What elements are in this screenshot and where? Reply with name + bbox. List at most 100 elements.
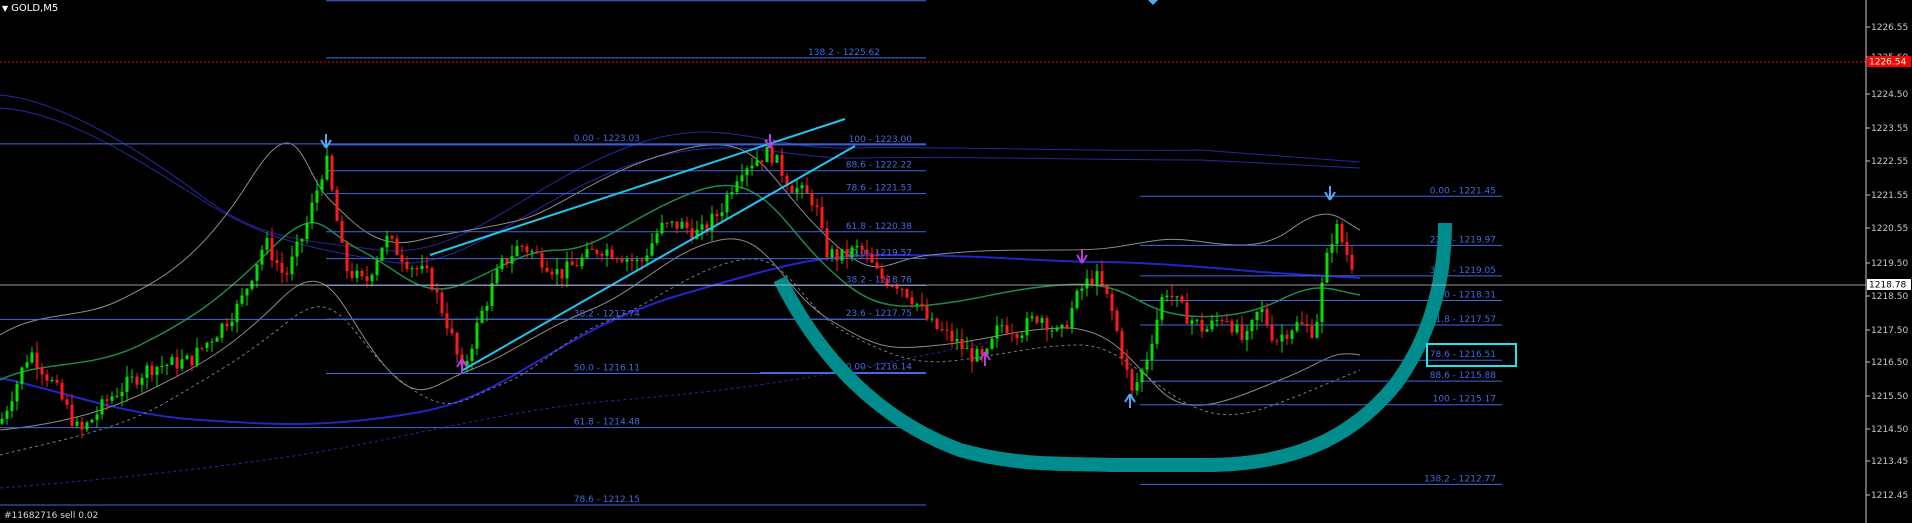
candle-body: [925, 306, 929, 320]
candle-body: [210, 341, 214, 343]
candle-body: [540, 253, 544, 268]
candle-body: [660, 222, 664, 234]
candle-body: [1280, 334, 1284, 342]
candle-body: [1160, 296, 1164, 320]
candle-body: [995, 325, 999, 339]
candle-body: [475, 322, 479, 349]
candle-body: [1205, 329, 1209, 332]
candle-body: [70, 404, 74, 426]
candle-body: [1105, 285, 1109, 294]
candle-body: [735, 181, 739, 193]
candle-body: [185, 355, 189, 360]
fib-level-label: 138.2 - 1225.62: [808, 48, 880, 58]
candle-body: [720, 212, 724, 217]
candle-body: [1215, 320, 1219, 322]
candle-body: [1030, 316, 1034, 319]
candle-body: [1000, 325, 1004, 327]
candle-body: [625, 259, 629, 262]
candle-body: [900, 288, 904, 290]
candle-body: [1335, 223, 1339, 245]
candle-body: [1305, 324, 1309, 326]
candle-body: [1175, 296, 1179, 298]
candle-body: [715, 213, 719, 217]
candle-body: [1220, 320, 1224, 322]
candle-body: [270, 237, 274, 261]
candle-body: [200, 347, 204, 349]
candle-body: [1155, 319, 1159, 344]
fib-level-label: 61.8 - 1214.48: [574, 418, 640, 428]
candle-body: [100, 399, 104, 415]
candle-body: [825, 228, 829, 258]
candle-body: [170, 356, 174, 365]
candle-body: [920, 303, 924, 307]
candle-body: [440, 292, 444, 314]
candle-body: [1055, 327, 1059, 331]
current-price-label: 1218.78: [1869, 281, 1906, 291]
candle-body: [400, 255, 404, 263]
candle-body: [275, 260, 279, 264]
candle-body: [490, 283, 494, 306]
candle-body: [425, 265, 429, 269]
candle-body: [860, 245, 864, 250]
candle-body: [940, 328, 944, 330]
candle-body: [265, 237, 269, 250]
candle-body: [835, 249, 839, 261]
candle-body: [445, 313, 449, 329]
fib-level-label: 61.8 - 1217.57: [1430, 315, 1496, 325]
candle-body: [40, 368, 44, 375]
candle-body: [1245, 331, 1249, 340]
candle-body: [205, 342, 209, 348]
symbol-label[interactable]: ▼ GOLD,M5: [2, 3, 58, 14]
candle-body: [545, 267, 549, 272]
candle-body: [430, 268, 434, 290]
candle-body: [1235, 324, 1239, 333]
candle-body: [325, 155, 329, 180]
candle-body: [590, 248, 594, 251]
candle-body: [230, 321, 234, 327]
candle-body: [55, 379, 59, 383]
candle-body: [865, 249, 869, 255]
candle-body: [1085, 278, 1089, 289]
candle-body: [890, 285, 894, 287]
candle-body: [930, 318, 934, 320]
candle-body: [350, 271, 354, 278]
candle-body: [1045, 318, 1049, 331]
price-axis-label: 1214.50: [1871, 425, 1908, 435]
candle-body: [1020, 335, 1024, 338]
candle-body: [1225, 321, 1229, 323]
symbol-timeframe: GOLD,M5: [11, 3, 59, 14]
candle-body: [385, 235, 389, 248]
candle-body: [1265, 308, 1269, 326]
candle-body: [945, 329, 949, 331]
order-label: #11682716 sell 0.02: [4, 511, 99, 521]
candle-body: [990, 338, 994, 349]
fib-level-label: 78.6 - 1216.51: [1430, 350, 1496, 360]
candle-body: [525, 246, 529, 253]
price-axis-label: 1216.50: [1871, 358, 1908, 368]
fib-level-label: 0.00 - 1223.03: [574, 134, 640, 144]
candle-body: [1340, 223, 1344, 243]
candle-body: [60, 382, 64, 400]
price-axis-label: 1212.45: [1871, 491, 1908, 501]
candle-body: [65, 399, 69, 405]
candle-body: [535, 251, 539, 254]
candle-body: [780, 154, 784, 176]
candle-body: [830, 249, 834, 258]
candle-body: [410, 268, 414, 270]
candle-body: [850, 247, 854, 258]
candle-body: [650, 243, 654, 256]
candle-body: [600, 253, 604, 256]
fib-level-label: 161.8 - 1227.34: [808, 0, 880, 1]
candle-body: [365, 276, 369, 281]
gold-m5-price-chart[interactable]: 161.8 - 1227.34 138.2 - 1225.62 0.00 - 122…: [0, 0, 1912, 523]
candle-body: [1290, 330, 1294, 339]
candle-body: [690, 228, 694, 239]
candle-body: [340, 221, 344, 243]
candle-body: [905, 289, 909, 298]
candle-body: [1165, 295, 1169, 297]
candle-body: [420, 265, 424, 270]
candle-body: [725, 194, 729, 213]
candle-body: [790, 186, 794, 193]
candle-body: [1080, 288, 1084, 291]
dropdown-triangle-icon[interactable]: ▼: [2, 3, 8, 14]
